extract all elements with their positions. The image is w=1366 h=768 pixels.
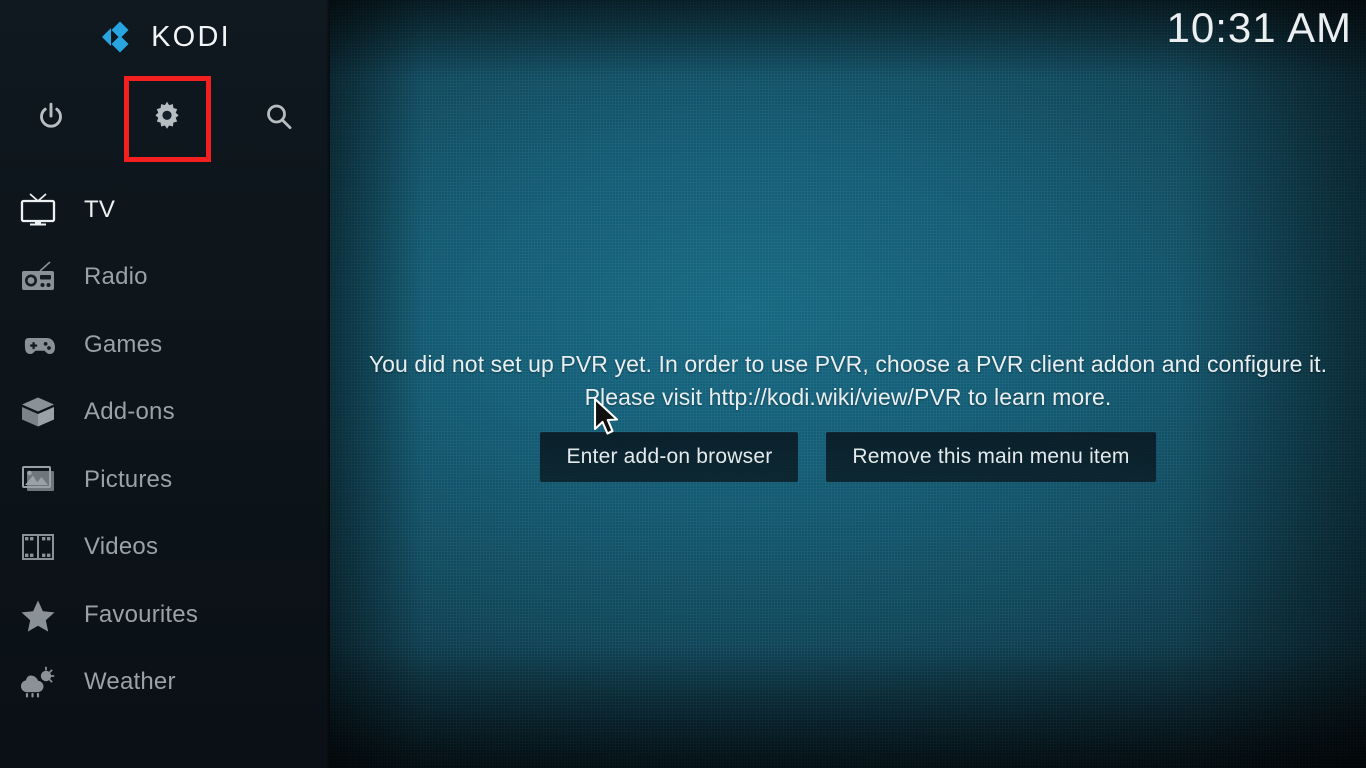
gear-icon [150,100,184,139]
action-buttons: Enter add-on browser Remove this main me… [330,432,1366,482]
sidebar-item-label: Radio [84,263,148,291]
sidebar-item-videos[interactable]: Videos [0,514,330,582]
pictures-icon [10,458,66,502]
sidebar-item-add-ons[interactable]: Add-ons [0,379,330,447]
power-icon [35,101,67,138]
gamepad-icon [10,323,66,367]
sidebar-item-label: Favourites [84,600,199,628]
sidebar-item-favourites[interactable]: Favourites [0,581,330,649]
sidebar-item-pictures[interactable]: Pictures [0,446,330,514]
main-menu: TV Radio Games Add-ons Pictures Videos F… [0,176,330,716]
remove-main-menu-item-button[interactable]: Remove this main menu item [826,432,1156,482]
arrow-cursor-icon [593,397,623,442]
kodi-home-screen: KODI TV Radio Games Add-ons Pictures Vid… [0,0,1366,768]
radio-icon [10,255,66,299]
enter-addon-browser-button[interactable]: Enter add-on browser [540,432,799,482]
sidebar-item-label: Weather [84,668,176,696]
sidebar: KODI TV Radio Games Add-ons Pictures Vid… [0,0,330,768]
sidebar-item-label: Pictures [84,465,173,493]
app-logo[interactable]: KODI [0,14,330,60]
videos-film-icon [10,525,66,569]
clock: 10:31 AM [1166,4,1352,51]
search-icon [263,101,295,138]
settings-button[interactable] [124,76,210,162]
sidebar-edge [326,0,330,768]
star-icon [10,593,66,637]
sidebar-item-radio[interactable]: Radio [0,244,330,312]
power-button[interactable] [8,76,94,162]
sidebar-item-label: Videos [84,533,159,561]
weather-icon [10,660,66,704]
sidebar-item-weather[interactable]: Weather [0,649,330,717]
search-button[interactable] [236,76,322,162]
sidebar-item-label: Games [84,330,163,358]
kodi-logo-icon [99,18,137,56]
app-logo-text: KODI [151,20,231,53]
sidebar-item-games[interactable]: Games [0,311,330,379]
pvr-setup-message: You did not set up PVR yet. In order to … [368,351,1328,410]
tv-icon [10,188,66,232]
addons-box-icon [10,390,66,434]
sidebar-item-label: TV [84,195,116,223]
sidebar-item-tv[interactable]: TV [0,176,330,244]
sidebar-top-actions [0,76,330,162]
sidebar-item-label: Add-ons [84,398,175,426]
